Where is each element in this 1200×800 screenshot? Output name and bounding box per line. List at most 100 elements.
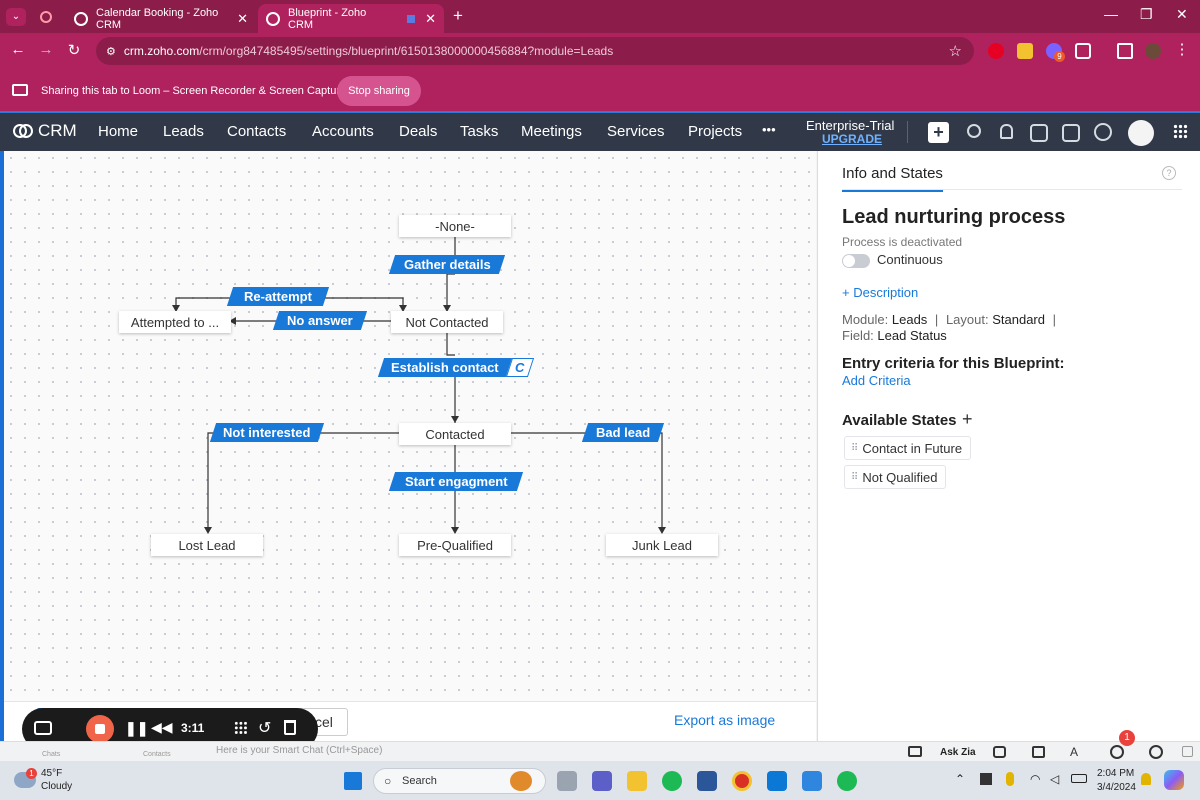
- field-label: Field:: [842, 328, 874, 343]
- extensions-puzzle-icon[interactable]: [1075, 43, 1091, 59]
- battery-icon[interactable]: [1071, 774, 1087, 783]
- tab-divider: [842, 189, 1182, 190]
- smart-chat-input[interactable]: Here is your Smart Chat (Ctrl+Space): [216, 745, 382, 756]
- field-line: Field: Lead Status: [842, 328, 947, 343]
- transition-start-engagement[interactable]: Start engagment: [388, 472, 524, 491]
- contacts-link[interactable]: Contacts: [143, 751, 171, 758]
- delete-trash-icon[interactable]: [284, 720, 296, 735]
- transition-label: Gather details: [403, 257, 491, 272]
- add-description-link[interactable]: + Description: [842, 285, 918, 300]
- state-none[interactable]: -None-: [399, 215, 511, 237]
- entry-criteria-heading: Entry criteria for this Blueprint:: [842, 355, 1065, 372]
- search-icon[interactable]: [967, 124, 981, 138]
- search-placeholder: Search: [402, 775, 437, 787]
- separator: |: [1052, 312, 1056, 327]
- word-icon[interactable]: [697, 771, 717, 791]
- search-icon: ○: [384, 774, 392, 788]
- wifi-icon[interactable]: ◠: [1030, 772, 1040, 786]
- taskbar-search[interactable]: ○ Search: [373, 768, 546, 794]
- layout-value: Standard: [992, 312, 1045, 327]
- separator: |: [934, 312, 939, 327]
- announcement-icon[interactable]: [908, 746, 922, 757]
- create-new-icon[interactable]: +: [928, 122, 949, 143]
- extension-icon[interactable]: [1017, 43, 1033, 59]
- pause-icon[interactable]: ❚❚: [125, 720, 148, 737]
- export-as-image-link[interactable]: Export as image: [674, 712, 775, 728]
- zia-insights-icon[interactable]: [993, 746, 1006, 758]
- state-contacted[interactable]: Contacted: [399, 423, 511, 445]
- transition-not-interested[interactable]: Not interested: [209, 423, 325, 442]
- rewind-icon[interactable]: ◀◀: [151, 719, 173, 736]
- pinterest-extension-icon[interactable]: [988, 43, 1004, 59]
- recent-history-icon[interactable]: [1149, 745, 1163, 759]
- recording-timer: 3:11: [181, 721, 205, 735]
- state-lost-lead[interactable]: Lost Lead: [151, 534, 263, 556]
- transition-label: Not interested: [223, 425, 311, 440]
- translate-icon[interactable]: A: [1070, 745, 1078, 759]
- transition-bad-lead[interactable]: Bad lead: [581, 423, 665, 442]
- transition-establish-contact[interactable]: Establish contact: [377, 358, 513, 377]
- camera-icon[interactable]: [34, 721, 52, 735]
- windows-start-icon[interactable]: [344, 772, 362, 790]
- tab-info-and-states[interactable]: Info and States: [842, 165, 943, 192]
- bookmark-star-icon[interactable]: ☆: [949, 42, 962, 60]
- available-state-chip[interactable]: ⠿ Not Qualified: [844, 465, 947, 489]
- maximize-icon[interactable]: ❐: [1140, 6, 1153, 23]
- task-view-icon[interactable]: [557, 771, 577, 791]
- continuous-toggle[interactable]: [842, 254, 870, 268]
- state-junk-lead[interactable]: Junk Lead: [606, 534, 718, 556]
- minimize-icon[interactable]: —: [1104, 6, 1118, 22]
- add-state-icon[interactable]: +: [962, 409, 973, 430]
- help-icon[interactable]: ?: [1162, 166, 1176, 180]
- notification-bell-icon[interactable]: [1141, 773, 1151, 785]
- drag-handle-icon[interactable]: ⠿: [851, 443, 858, 454]
- spotify-icon[interactable]: [837, 771, 857, 791]
- process-status: Process is deactivated: [842, 235, 963, 249]
- copilot-icon[interactable]: [1164, 770, 1184, 790]
- transition-gather-details[interactable]: Gather details: [388, 255, 506, 274]
- ask-zia-button[interactable]: Ask Zia: [940, 747, 976, 758]
- available-states-heading: Available States: [842, 412, 957, 429]
- transition-re-attempt[interactable]: Re-attempt: [226, 287, 330, 306]
- teams-icon[interactable]: [592, 771, 612, 791]
- marketplace-icon[interactable]: [1062, 124, 1080, 142]
- microphone-icon[interactable]: [1006, 772, 1014, 786]
- side-panel-icon[interactable]: [1117, 43, 1133, 59]
- transition-label: Start engagment: [404, 474, 508, 489]
- add-criteria-link[interactable]: Add Criteria: [842, 373, 911, 388]
- upgrade-link[interactable]: UPGRADE: [822, 132, 882, 146]
- stop-recording-button[interactable]: [86, 715, 114, 743]
- notification-bell-icon[interactable]: [1000, 124, 1013, 139]
- calendar-icon[interactable]: [1030, 124, 1048, 142]
- volume-icon[interactable]: ◁: [1050, 772, 1059, 786]
- app-grid-icon[interactable]: [1173, 124, 1188, 139]
- state-not-contacted[interactable]: Not Contacted: [391, 311, 503, 333]
- settings-gear-icon[interactable]: [1094, 123, 1112, 141]
- transition-no-answer[interactable]: No answer: [272, 311, 368, 330]
- file-explorer-icon[interactable]: [627, 771, 647, 791]
- chats-link[interactable]: Chats: [42, 751, 60, 758]
- state-attempted[interactable]: Attempted to ...: [119, 311, 231, 333]
- available-state-chip[interactable]: ⠿ Contact in Future: [844, 436, 972, 460]
- browser-menu-icon[interactable]: ⋮: [1172, 40, 1192, 58]
- chrome-icon[interactable]: [732, 771, 752, 791]
- restart-icon[interactable]: ↺: [258, 718, 271, 738]
- reports-icon[interactable]: [1032, 746, 1045, 758]
- user-avatar[interactable]: [1128, 120, 1154, 146]
- spotify-icon[interactable]: [662, 771, 682, 791]
- expand-icon[interactable]: [1182, 746, 1193, 757]
- drag-handle-icon[interactable]: ⠿: [851, 472, 858, 483]
- search-highlight-icon: [510, 771, 532, 791]
- outlook-icon[interactable]: [767, 771, 787, 791]
- drawing-grid-icon[interactable]: [234, 721, 248, 735]
- store-icon[interactable]: [802, 771, 822, 791]
- clock-date[interactable]: 3/4/2024: [1097, 782, 1136, 793]
- dropbox-icon[interactable]: [980, 773, 992, 785]
- state-pre-qualified[interactable]: Pre-Qualified: [399, 534, 511, 556]
- alarm-clock-icon[interactable]: [1110, 745, 1124, 759]
- clock-time[interactable]: 2:04 PM: [1097, 768, 1134, 779]
- profile-avatar[interactable]: [1145, 43, 1161, 59]
- transition-label: Establish contact: [391, 360, 499, 375]
- show-hidden-icons[interactable]: ⌃: [955, 772, 965, 786]
- close-window-icon[interactable]: ✕: [1176, 6, 1188, 23]
